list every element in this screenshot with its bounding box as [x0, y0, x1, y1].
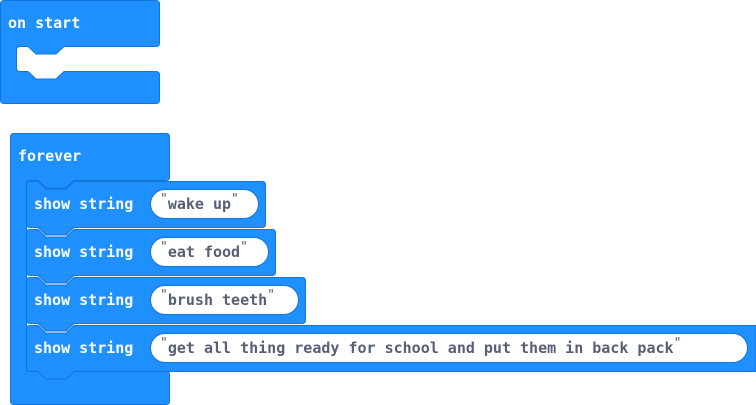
show-string-label: show string	[34, 243, 134, 261]
quote-close: "	[231, 192, 239, 207]
string-input-2[interactable]: "eat food"	[150, 237, 269, 267]
quote-open: "	[160, 336, 168, 351]
quote-open: "	[160, 240, 168, 255]
string-value: eat food	[167, 243, 241, 261]
string-input-1[interactable]: "wake up"	[150, 189, 259, 219]
string-value: wake up	[167, 195, 232, 213]
string-input-3[interactable]: "brush teeth"	[150, 285, 299, 315]
show-string-label: show string	[34, 291, 134, 309]
quote-open: "	[160, 192, 168, 207]
quote-close: "	[673, 336, 682, 351]
string-value: get all thing ready for school and put t…	[167, 339, 674, 357]
blocks-workspace[interactable]: on start forever show string "wake up" s…	[0, 0, 756, 405]
quote-open: "	[160, 288, 168, 303]
show-string-label: show string	[34, 195, 134, 213]
quote-close: "	[240, 240, 248, 255]
string-value: brush teeth	[167, 291, 268, 309]
forever-label: forever	[18, 147, 82, 165]
quote-close: "	[267, 288, 275, 303]
on-start-label: on start	[8, 14, 81, 32]
string-input-4[interactable]: "get all thing ready for school and put …	[150, 333, 748, 363]
show-string-label: show string	[34, 339, 134, 357]
